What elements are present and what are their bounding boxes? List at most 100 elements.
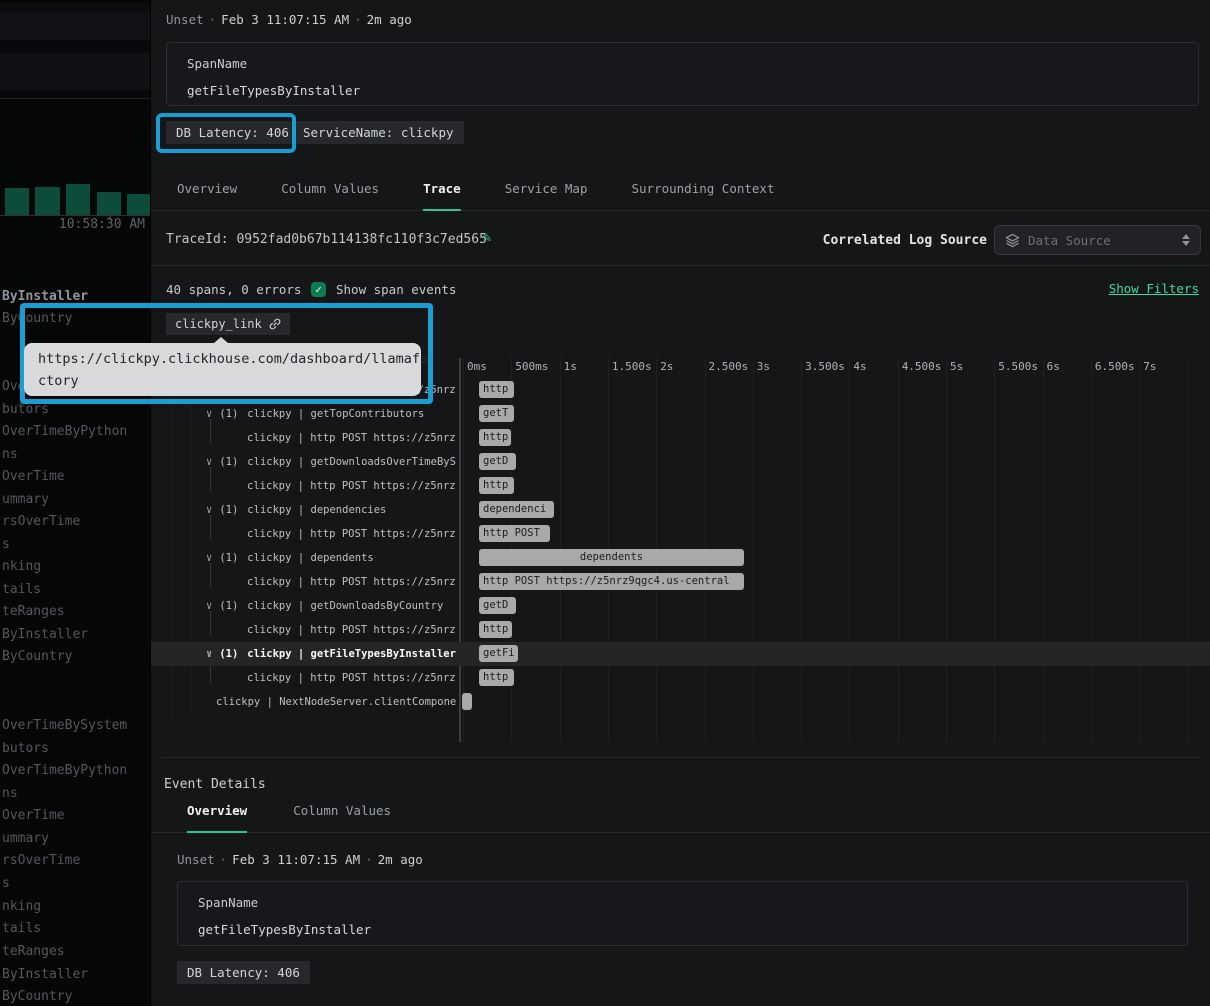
tab-surrounding-context[interactable]: Surrounding Context xyxy=(632,181,775,210)
event-tab-overview[interactable]: Overview xyxy=(187,803,247,832)
background-span-label[interactable]: ByCountry xyxy=(2,989,72,1004)
show-filters-link[interactable]: Show Filters xyxy=(1109,281,1199,296)
background-span-label[interactable]: OverTimeByPython xyxy=(2,424,127,439)
background-span-label[interactable]: rsOverTime xyxy=(2,514,80,529)
clickpy-link-chip[interactable]: clickpy_link xyxy=(166,313,290,335)
trace-span-row[interactable]: ∨(1)clickpy | getDownloadsByCountry getD xyxy=(151,594,1210,618)
background-span-label[interactable]: OverTimeByPython xyxy=(2,763,127,778)
background-span-label[interactable]: tails xyxy=(2,921,41,936)
db-latency-badge[interactable]: DB Latency: 406 xyxy=(177,961,310,984)
span-row-label[interactable]: ∨(1)clickpy | dependents xyxy=(206,546,456,570)
background-span-label[interactable]: teRanges xyxy=(2,944,65,959)
edit-trace-id-icon[interactable]: ✎ xyxy=(483,230,491,246)
trace-span-row[interactable]: ∨(1)clickpy | getFileTypesByInstaller get… xyxy=(151,642,1210,666)
background-span-label[interactable]: OverTime xyxy=(2,808,65,823)
meta-separator: · xyxy=(215,852,233,867)
trace-span-row[interactable]: clickpy | http POST https://z5nrz http xyxy=(151,426,1210,450)
background-span-label[interactable]: butors xyxy=(2,741,49,756)
tab-trace[interactable]: Trace xyxy=(423,181,461,210)
span-duration-bar[interactable]: http POST xyxy=(479,525,550,542)
show-span-events-checkbox[interactable]: ✓ xyxy=(311,282,326,297)
collapse-chevron-icon[interactable]: ∨ xyxy=(206,456,212,468)
tab-column-values[interactable]: Column Values xyxy=(281,181,379,210)
event-tab-column-values[interactable]: Column Values xyxy=(293,803,391,832)
span-duration-bar[interactable]: http xyxy=(479,429,511,446)
histogram-bar xyxy=(97,192,121,215)
timeline-tick-label: 2s xyxy=(660,360,673,373)
trace-span-row[interactable]: ∨(1)clickpy | getTopContributors getT xyxy=(151,402,1210,426)
background-span-label[interactable]: ByCountry xyxy=(2,649,72,664)
span-duration-bar[interactable]: getD xyxy=(479,597,516,614)
span-duration-bar[interactable]: http xyxy=(479,621,512,638)
trace-span-row[interactable]: clickpy | http POST https://z5nrz http PO… xyxy=(151,570,1210,594)
span-duration-bar[interactable]: getFi xyxy=(479,645,518,662)
tab-service-map[interactable]: Service Map xyxy=(505,181,588,210)
background-span-label[interactable]: tails xyxy=(2,582,41,597)
span-row-label[interactable]: clickpy | http POST https://z5nrz xyxy=(247,666,456,690)
span-row-label[interactable]: ∨(1)clickpy | getDownloadsOverTimeByS xyxy=(206,450,456,474)
span-duration-bar[interactable]: http xyxy=(479,669,514,686)
collapse-chevron-icon[interactable]: ∨ xyxy=(206,600,212,612)
background-span-label[interactable]: ByInstaller xyxy=(2,627,88,642)
span-name-value: getFileTypesByInstaller xyxy=(187,83,360,98)
background-span-label[interactable]: s xyxy=(2,876,10,891)
collapse-chevron-icon[interactable]: ∨ xyxy=(206,504,212,516)
span-row-label[interactable]: clickpy | http POST https://z5nrz xyxy=(247,426,456,450)
tab-overview[interactable]: Overview xyxy=(177,181,237,210)
span-row-label[interactable]: clickpy | http POST https://z5nrz xyxy=(247,618,456,642)
background-band xyxy=(0,13,150,40)
background-span-label[interactable]: ns xyxy=(2,786,18,801)
span-duration-bar[interactable]: http xyxy=(479,477,514,494)
background-span-label[interactable]: s xyxy=(2,537,10,552)
background-span-label[interactable]: nking xyxy=(2,899,41,914)
trace-span-row[interactable]: ∨(1)clickpy | getDownloadsOverTimeByS get… xyxy=(151,450,1210,474)
span-name-text: clickpy | getDownloadsOverTimeByS xyxy=(247,456,456,468)
span-duration-bar[interactable]: dependents xyxy=(479,549,744,566)
collapse-chevron-icon[interactable]: ∨ xyxy=(206,552,212,564)
background-span-label[interactable]: ByCountry xyxy=(2,311,72,326)
background-span-label[interactable]: ns xyxy=(2,447,18,462)
background-span-label[interactable]: nking xyxy=(2,559,41,574)
span-row-label[interactable]: ∨(1)clickpy | getTopContributors xyxy=(206,402,456,426)
service-name-badge[interactable]: ServiceName: clickpy xyxy=(293,121,464,144)
trace-span-row[interactable]: clickpy | http POST https://z5nrz http PO… xyxy=(151,522,1210,546)
event-details-title: Event Details xyxy=(164,777,266,792)
trace-span-row[interactable]: clickpy | http POST https://z5nrz http xyxy=(151,474,1210,498)
trace-span-row[interactable]: clickpy | http POST https://z5nrz http xyxy=(151,666,1210,690)
trace-span-row[interactable]: ∨(1)clickpy | dependents dependents xyxy=(151,546,1210,570)
link-url-tooltip: https://clickpy.clickhouse.com/dashboard… xyxy=(24,343,421,396)
background-span-label[interactable]: OverTimeBySystem xyxy=(2,718,127,733)
background-span-label[interactable]: Ove xyxy=(2,379,25,394)
span-row-label[interactable]: ∨(1)clickpy | dependencies xyxy=(206,498,456,522)
span-duration-bar[interactable]: getD xyxy=(479,453,516,470)
span-row-label[interactable]: clickpy | http POST https://z5nrz xyxy=(247,522,456,546)
span-duration-bar[interactable]: http xyxy=(479,381,514,398)
trace-span-row[interactable]: ∨(1)clickpy | dependencies dependenci xyxy=(151,498,1210,522)
span-row-label[interactable]: clickpy | NextNodeServer.clientCompone xyxy=(216,690,456,714)
span-duration-bar[interactable]: getT xyxy=(479,405,514,422)
trace-span-row[interactable]: clickpy | http POST https://z5nrz http xyxy=(151,618,1210,642)
span-row-label[interactable]: ∨(1)clickpy | getDownloadsByCountry xyxy=(206,594,456,618)
data-source-select[interactable]: Data Source xyxy=(994,225,1201,255)
background-span-label[interactable]: butors xyxy=(2,402,49,417)
span-row-label[interactable]: ∨(1)clickpy | getFileTypesByInstaller xyxy=(206,642,456,666)
timeline-tick-label: 7s xyxy=(1143,360,1156,373)
background-span-label[interactable]: teRanges xyxy=(2,604,65,619)
background-span-label[interactable]: rsOverTime xyxy=(2,853,80,868)
background-span-label[interactable]: ummary xyxy=(2,831,49,846)
span-duration-bar[interactable] xyxy=(462,693,472,710)
show-span-events-label[interactable]: Show span events xyxy=(336,282,456,297)
collapse-chevron-icon[interactable]: ∨ xyxy=(206,408,212,420)
timeline-tick-label: 0ms xyxy=(467,360,487,373)
db-latency-badge[interactable]: DB Latency: 406 xyxy=(166,121,299,144)
background-span-label[interactable]: OverTime xyxy=(2,469,65,484)
span-row-label[interactable]: clickpy | http POST https://z5nrz xyxy=(247,570,456,594)
background-span-label[interactable]: ByInstaller xyxy=(2,289,88,304)
collapse-chevron-icon[interactable]: ∨ xyxy=(206,648,212,660)
trace-span-row[interactable]: clickpy | NextNodeServer.clientCompone xyxy=(151,690,1210,714)
span-row-label[interactable]: clickpy | http POST https://z5nrz xyxy=(247,474,456,498)
background-span-label[interactable]: ummary xyxy=(2,492,49,507)
span-duration-bar[interactable]: dependenci xyxy=(479,501,554,518)
span-duration-bar[interactable]: http POST https://z5nrz9qgc4.us-central xyxy=(479,573,744,590)
background-span-label[interactable]: ByInstaller xyxy=(2,967,88,982)
